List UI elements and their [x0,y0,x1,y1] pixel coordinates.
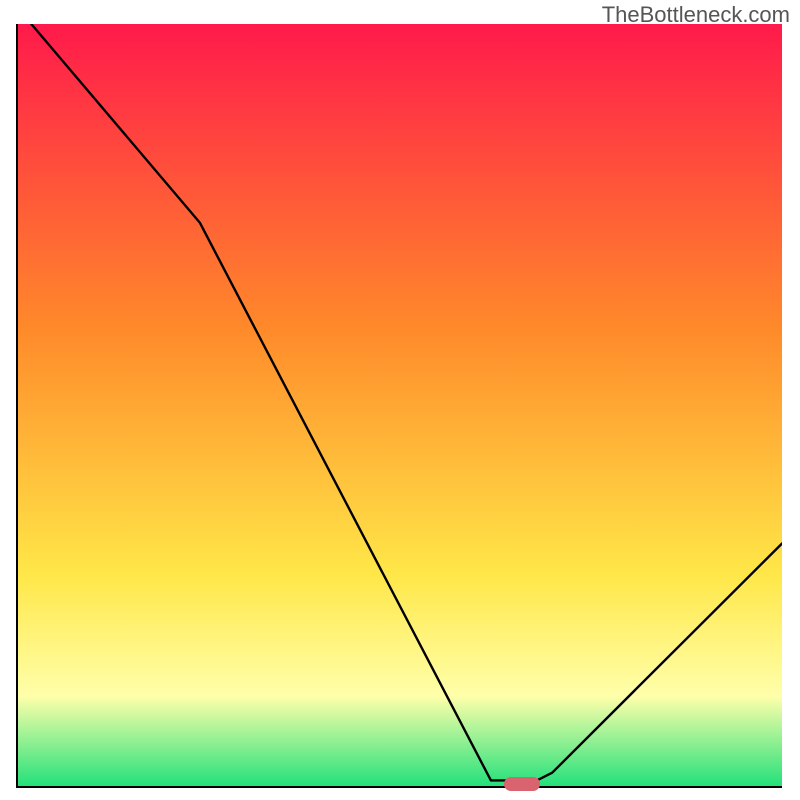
axes [16,24,782,788]
chart-container: TheBottleneck.com [0,0,800,800]
target-marker [504,777,540,791]
